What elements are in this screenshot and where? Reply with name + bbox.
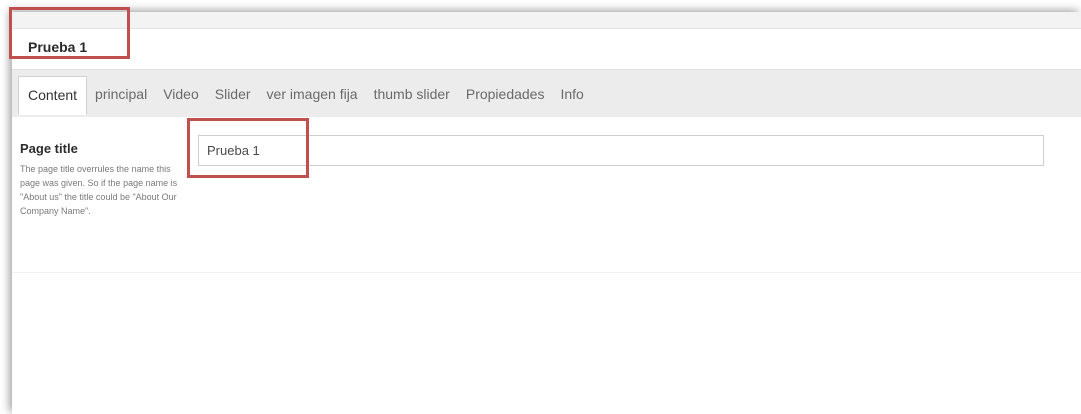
page: Prueba 1 Content principal Video Slider …	[0, 0, 1081, 414]
tab-bar: Content principal Video Slider ver image…	[12, 69, 1081, 118]
editor-window: Prueba 1 Content principal Video Slider …	[12, 12, 1081, 414]
page-title-input[interactable]	[198, 135, 1044, 166]
property-title: Page title	[20, 141, 78, 156]
content-panel: Page title The page title overrules the …	[12, 117, 1081, 273]
top-strip	[12, 12, 1081, 29]
tab-content[interactable]: Content	[18, 76, 88, 115]
node-name-bar: Prueba 1	[12, 29, 1081, 69]
property-description: The page title overrules the name this p…	[20, 164, 178, 216]
tab-video[interactable]: Video	[155, 76, 207, 114]
page-title-property-label: Page title The page title overrules the …	[20, 141, 180, 218]
node-name[interactable]: Prueba 1	[28, 39, 87, 55]
tab-slider[interactable]: Slider	[207, 76, 259, 114]
tab-info[interactable]: Info	[552, 76, 591, 114]
tab-thumb-slider[interactable]: thumb slider	[366, 76, 458, 114]
tab-propiedades[interactable]: Propiedades	[458, 76, 553, 114]
tab-ver-imagen-fija[interactable]: ver imagen fija	[259, 76, 366, 114]
tab-principal[interactable]: principal	[87, 76, 155, 114]
tab-list: Content principal Video Slider ver image…	[18, 76, 592, 115]
